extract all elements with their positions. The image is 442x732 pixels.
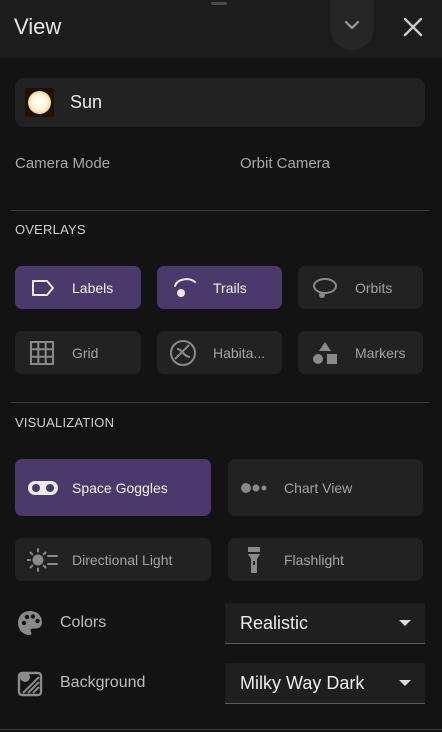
flashlight-icon: [248, 546, 260, 573]
orbit-icon: [313, 277, 337, 298]
panel-header: View: [0, 0, 442, 58]
directional-light-label: Directional Light: [72, 551, 173, 568]
space-goggles-label: Space Goggles: [72, 479, 168, 496]
chart-view-label: Chart View: [284, 479, 353, 496]
view-panel: View Sun Camera Mode Orbit Camera OVERLA…: [0, 0, 442, 732]
background-dropdown[interactable]: Milky Way Dark: [225, 663, 425, 704]
chevron-down-icon: [344, 20, 360, 30]
flashlight-button[interactable]: Flashlight: [228, 538, 423, 581]
markers-icon: [313, 341, 337, 364]
orbits-toggle-button[interactable]: Orbits: [298, 266, 423, 309]
chart-view-button[interactable]: Chart View: [228, 459, 423, 516]
trails-button-label: Trails: [213, 279, 247, 296]
camera-mode-label: Camera Mode: [15, 155, 111, 172]
visualization-section-title: VISUALIZATION: [15, 415, 115, 430]
panel-title: View: [14, 14, 62, 39]
labels-toggle-button[interactable]: Labels: [15, 266, 141, 309]
markers-button-label: Markers: [355, 344, 406, 361]
habitable-zone-toggle-button[interactable]: Habita...: [157, 331, 282, 374]
divider: [11, 402, 429, 403]
chart-view-icon: [241, 482, 267, 493]
space-goggles-button[interactable]: Space Goggles: [15, 459, 211, 516]
habitable-zone-button-label: Habita...: [213, 344, 266, 361]
grid-toggle-button[interactable]: Grid: [15, 331, 141, 374]
palette-icon: [18, 611, 42, 635]
grid-icon: [30, 340, 54, 365]
overlays-section-title: OVERLAYS: [15, 222, 86, 237]
label-tag-icon: [32, 279, 54, 296]
close-button[interactable]: [400, 14, 426, 40]
goggles-icon: [28, 480, 58, 495]
target-selector[interactable]: Sun: [15, 78, 425, 127]
close-icon: [403, 17, 423, 37]
orbits-button-label: Orbits: [355, 279, 393, 296]
markers-toggle-button[interactable]: Markers: [298, 331, 423, 374]
habitable-zone-icon: [170, 339, 196, 366]
divider: [11, 210, 429, 211]
camera-mode-value[interactable]: Orbit Camera: [240, 155, 330, 172]
collapse-button[interactable]: [330, 0, 374, 50]
target-name: Sun: [70, 92, 103, 112]
colors-dropdown-value: Realistic: [240, 613, 309, 633]
flashlight-label: Flashlight: [284, 551, 344, 568]
grid-button-label: Grid: [72, 344, 99, 361]
divider: [0, 729, 442, 730]
caret-down-icon: [399, 680, 411, 686]
directional-light-button[interactable]: Directional Light: [15, 538, 211, 581]
drag-handle[interactable]: [211, 2, 227, 5]
colors-label: Colors: [60, 614, 107, 631]
sun-thumbnail: [25, 88, 54, 117]
trail-icon: [174, 277, 196, 297]
directional-light-icon: [27, 547, 58, 572]
caret-down-icon: [399, 620, 411, 626]
background-icon: [17, 671, 43, 697]
background-dropdown-value: Milky Way Dark: [240, 673, 365, 693]
background-label: Background: [60, 674, 146, 691]
colors-dropdown[interactable]: Realistic: [225, 603, 425, 644]
trails-toggle-button[interactable]: Trails: [157, 266, 282, 309]
labels-button-label: Labels: [72, 279, 114, 296]
